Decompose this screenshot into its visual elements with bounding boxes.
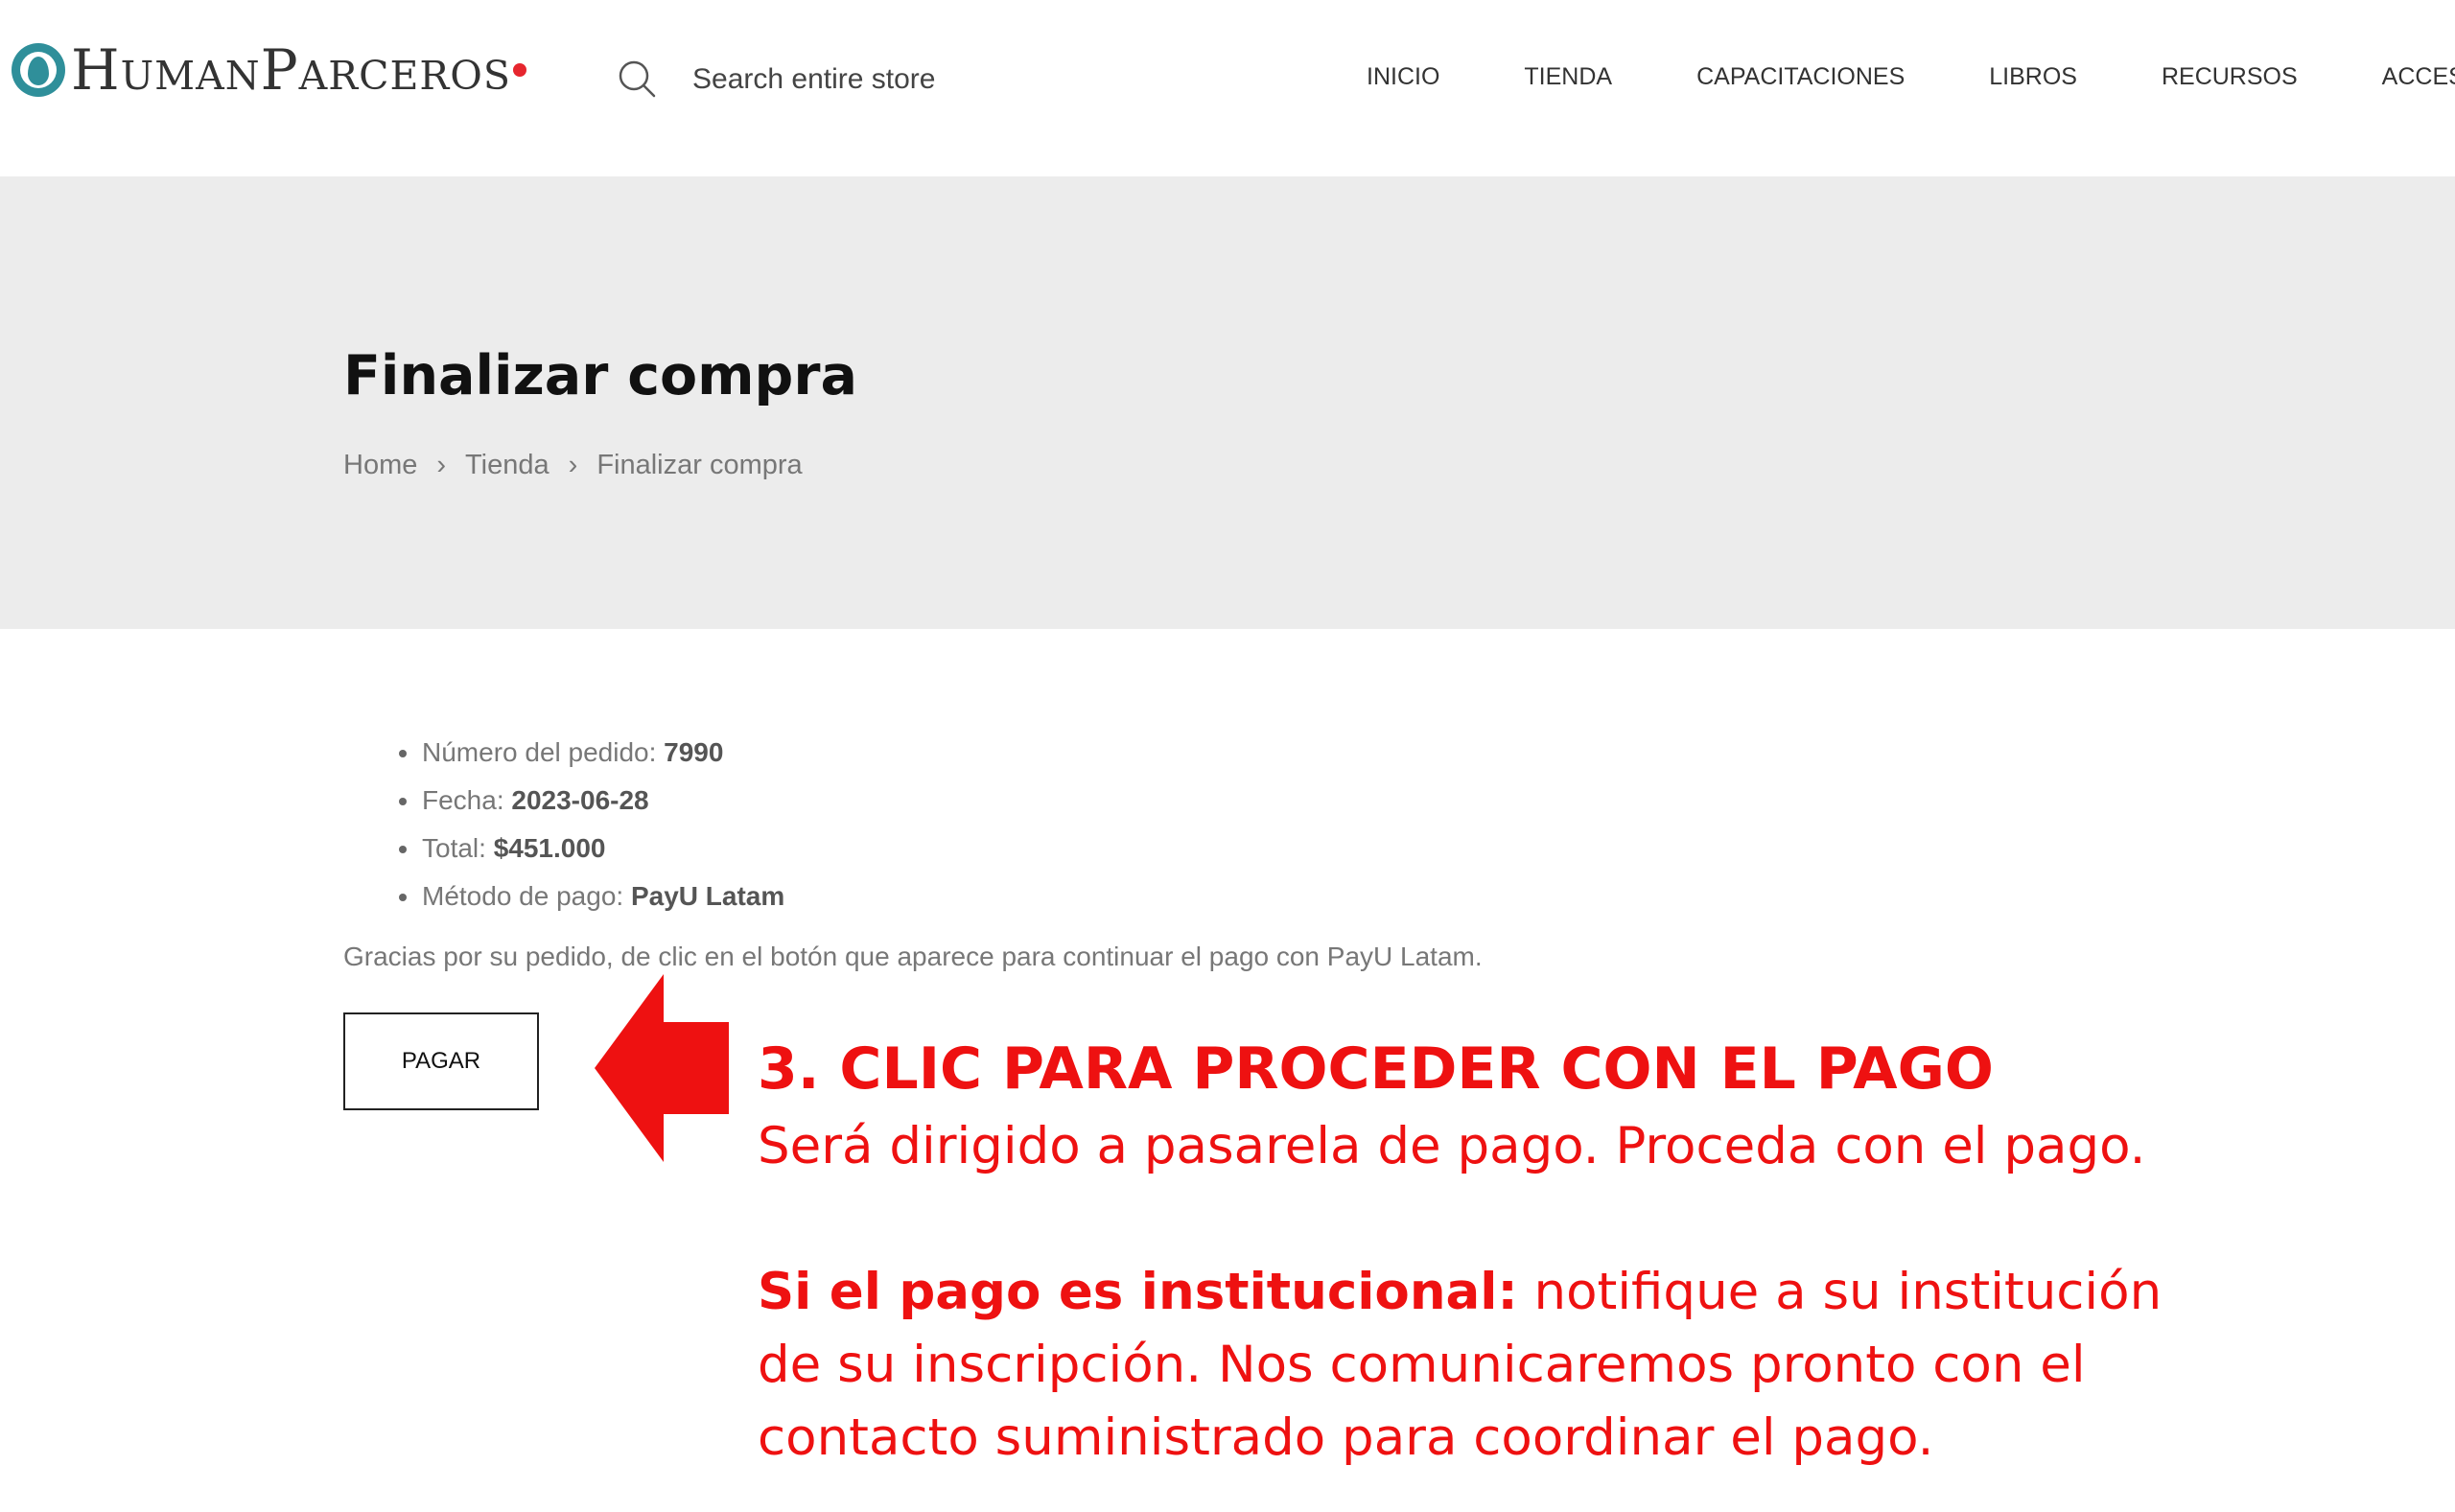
- order-total-item: Total: $451.000: [391, 825, 784, 872]
- annotation-institutional-bold: Si el pago es institucional:: [758, 1263, 1518, 1321]
- nav-item-recursos[interactable]: RECURSOS: [2162, 63, 2298, 91]
- annotation-title: 3. CLIC PARA PROCEDER CON EL PAGO: [758, 1035, 1994, 1103]
- nav-item-inicio[interactable]: INICIO: [1367, 63, 1439, 91]
- chevron-right-icon: ›: [568, 450, 578, 480]
- main-nav: INICIO TIENDA CAPACITACIONES LIBROS RECU…: [1367, 63, 2455, 91]
- annotation-line: de su inscripción. Nos comunicaremos pro…: [758, 1336, 2086, 1394]
- order-number-item: Número del pedido: 7990: [391, 729, 784, 777]
- order-date-item: Fecha: 2023-06-28: [391, 777, 784, 825]
- annotation-spacer: [758, 1183, 2162, 1256]
- logo-dot: [512, 63, 526, 77]
- nav-item-libros[interactable]: LIBROS: [1989, 63, 2077, 91]
- page-title-band: Finalizar compra Home › Tienda › Finaliz…: [0, 176, 2455, 629]
- site-header: HumanParceros INICIO TIENDA CAPACITACION…: [0, 0, 2455, 176]
- annotation-institutional-rest: notifique a su institución: [1517, 1263, 2163, 1321]
- arrow-left-icon: [595, 974, 729, 1162]
- search-icon[interactable]: [614, 56, 662, 104]
- order-number-label: Número del pedido:: [422, 737, 657, 767]
- instruction-annotation: 3. CLIC PARA PROCEDER CON EL PAGO Será d…: [758, 1028, 2162, 1475]
- page-title: Finalizar compra: [343, 344, 857, 407]
- order-date-value: 2023-06-28: [511, 785, 649, 815]
- site-logo[interactable]: HumanParceros: [12, 36, 526, 104]
- pay-button[interactable]: PAGAR: [343, 1012, 539, 1110]
- logo-mark-icon: [12, 43, 65, 97]
- payment-method-label: Método de pago:: [422, 881, 624, 911]
- order-details: Número del pedido: 7990 Fecha: 2023-06-2…: [391, 729, 784, 920]
- annotation-line: contacto suministrado para coordinar el …: [758, 1408, 1934, 1467]
- thanks-message: Gracias por su pedido, de clic en el bot…: [343, 942, 1483, 971]
- order-total-label: Total:: [422, 833, 486, 863]
- breadcrumb-tienda[interactable]: Tienda: [465, 450, 549, 481]
- annotation-institutional: Si el pago es institucional: notifique a…: [758, 1256, 2162, 1329]
- annotation-line: Será dirigido a pasarela de pago. Proced…: [758, 1117, 2146, 1175]
- logo-text: HumanParceros: [71, 37, 511, 103]
- payment-method-value: PayU Latam: [630, 881, 785, 911]
- nav-item-accesorios[interactable]: ACCESORIOS: [2382, 63, 2455, 91]
- payment-method-item: Método de pago: PayU Latam: [391, 872, 784, 920]
- breadcrumb-current: Finalizar compra: [596, 450, 803, 480]
- search-bar: [614, 56, 1193, 104]
- order-total-value: $451.000: [493, 833, 606, 863]
- order-number-value: 7990: [664, 737, 724, 767]
- chevron-right-icon: ›: [436, 450, 447, 480]
- search-input[interactable]: [690, 62, 1193, 97]
- order-date-label: Fecha:: [422, 785, 504, 815]
- nav-item-tienda[interactable]: TIENDA: [1524, 63, 1612, 91]
- breadcrumb-home[interactable]: Home: [343, 450, 417, 481]
- nav-item-capacitaciones[interactable]: CAPACITACIONES: [1696, 63, 1905, 91]
- breadcrumb: Home › Tienda › Finalizar compra: [343, 450, 803, 481]
